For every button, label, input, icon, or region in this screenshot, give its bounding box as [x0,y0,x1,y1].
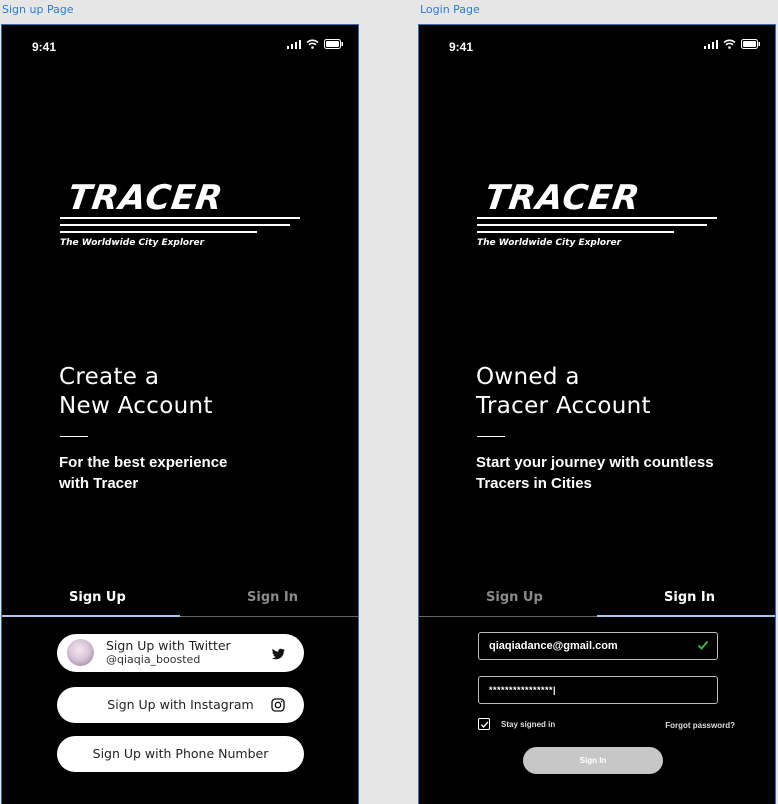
wifi-icon [723,39,736,49]
password-value: ****************| [489,685,557,695]
logo-line [477,224,707,226]
logo-wordmark: TRACER [482,178,643,218]
subtitle-line: Start your journey with countless [476,454,714,471]
email-value: qiaqiadance@gmail.com [489,640,618,652]
stay-signed-in-label: Stay signed in [501,719,556,729]
subtitle-line: with Tracer [59,475,139,492]
logo-line [60,224,290,226]
avatar [67,639,94,666]
tab-underline [180,616,358,617]
signup-screen: 9:41 TRACER The Worldwide City Explorer … [1,24,359,804]
tracer-logo: TRACER The Worldwide City Explorer [477,178,727,248]
logo-wordmark: TRACER [65,178,226,218]
tab-underline-active [597,615,775,617]
stay-signed-in[interactable]: Stay signed in [478,718,555,730]
title-divider [477,436,505,437]
sign-in-button[interactable]: Sign In [523,747,663,774]
subtitle-line: For the best experience [59,454,228,471]
page-subtitle: For the best experience with Tracer [59,452,227,494]
logo-line [477,231,674,233]
logo-speed-lines [477,217,727,233]
twitter-icon [271,648,286,660]
battery-icon [324,39,343,49]
tracer-logo: TRACER The Worldwide City Explorer [60,178,310,248]
tab-sign-in[interactable]: Sign In [664,590,715,605]
tab-sign-up[interactable]: Sign Up [486,590,543,605]
tab-sign-in[interactable]: Sign In [247,590,298,605]
signup-frame-label: Sign up Page [2,3,74,16]
title-divider [60,436,88,437]
page-title: Owned a Tracer Account [476,363,651,421]
stay-signed-in-checkbox[interactable] [478,718,490,730]
page-title: Create a New Account [59,363,213,421]
status-icons [287,39,344,49]
title-line: Owned a [476,364,580,390]
page-subtitle: Start your journey with countless Tracer… [476,452,714,494]
instagram-icon [271,698,285,712]
title-line: Tracer Account [476,393,651,419]
phone-signup-button[interactable]: Sign Up with Phone Number [57,736,304,772]
tab-underline-active [2,615,180,617]
login-frame-label: Login Page [420,3,480,16]
logo-line [60,231,257,233]
wifi-icon [306,39,319,49]
phone-button-label: Sign Up with Phone Number [92,746,269,761]
instagram-signup-button[interactable]: Sign Up with Instagram [57,687,304,723]
logo-speed-lines [60,217,310,233]
tab-underline [419,616,597,617]
email-field[interactable]: qiaqiadance@gmail.com [478,632,718,660]
logo-tagline: The Worldwide City Explorer [60,238,205,248]
status-time: 9:41 [32,40,57,54]
battery-icon [741,39,760,49]
twitter-button-label: Sign Up with Twitter [106,638,231,653]
login-screen: 9:41 TRACER The Worldwide City Explorer … [418,24,776,804]
tab-sign-up[interactable]: Sign Up [69,590,126,605]
checkmark-icon [480,721,488,728]
twitter-signup-button[interactable]: Sign Up with Twitter @qiaqia_boosted [57,634,304,672]
title-line: Create a [59,364,160,390]
signal-icon [704,39,718,49]
status-icons [704,39,761,49]
signal-icon [287,39,301,49]
logo-tagline: The Worldwide City Explorer [477,238,622,248]
status-time: 9:41 [449,40,474,54]
password-field[interactable]: ****************| [478,676,718,704]
forgot-password-link[interactable]: Forgot password? [665,721,735,730]
subtitle-line: Tracers in Cities [476,475,592,492]
twitter-handle: @qiaqia_boosted [106,653,201,666]
valid-check-icon [697,640,709,650]
title-line: New Account [59,393,213,419]
instagram-button-label: Sign Up with Instagram [107,697,254,712]
